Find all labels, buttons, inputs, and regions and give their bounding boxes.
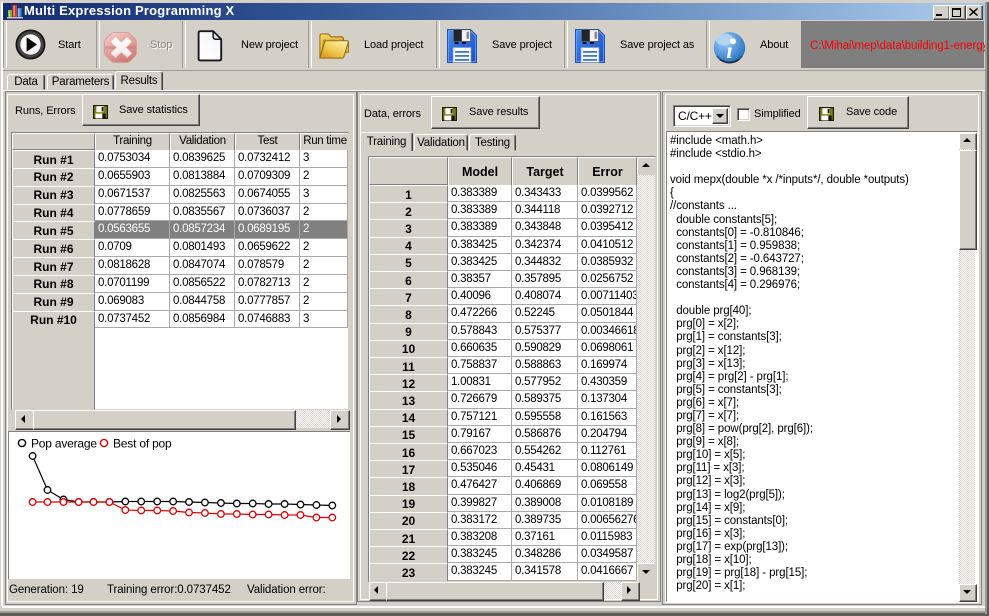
- svg-text:Pop average: Pop average: [31, 437, 97, 451]
- svg-text:Best of pop: Best of pop: [113, 437, 172, 451]
